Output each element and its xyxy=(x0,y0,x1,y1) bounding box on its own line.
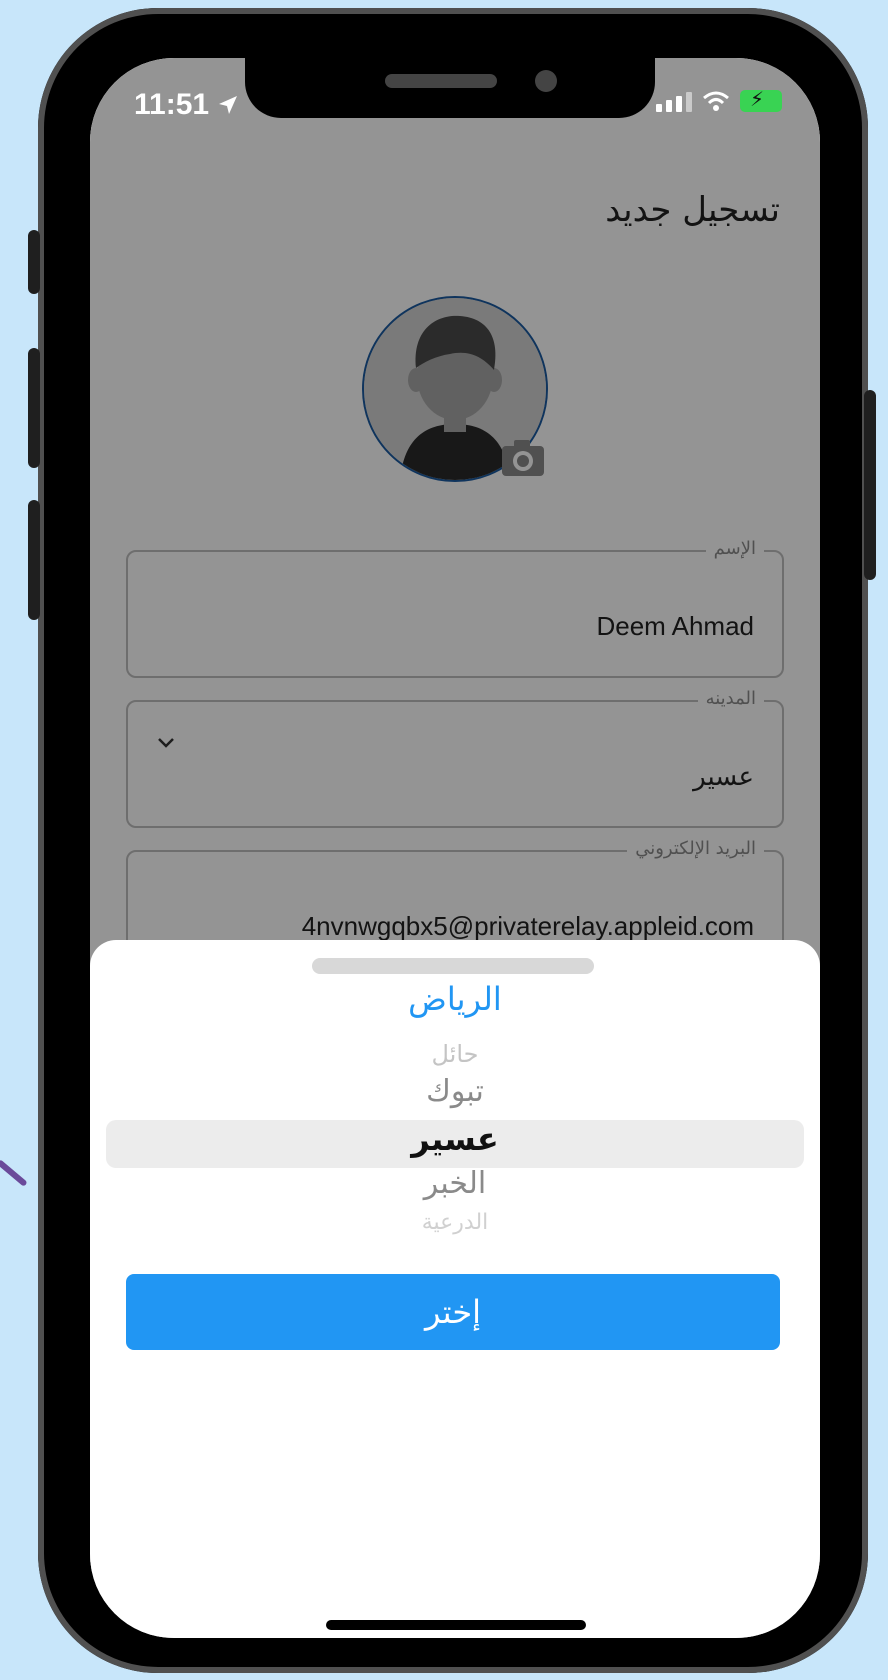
status-time-text: 11:51 xyxy=(134,88,210,121)
picker-header: الرياض xyxy=(408,980,502,1018)
volume-up-button xyxy=(28,348,40,468)
phone-frame: تسجيل جديد الإسم Deem Ahmad المدينه عسير… xyxy=(28,8,876,1673)
picker-option[interactable]: تبوك xyxy=(90,1074,820,1109)
location-arrow-icon xyxy=(219,96,238,114)
home-indicator[interactable] xyxy=(326,1620,586,1630)
status-time: 11:51 xyxy=(134,88,239,122)
select-button[interactable]: إختر xyxy=(126,1274,780,1350)
cellular-signal-icon xyxy=(656,92,692,112)
sheet-grabber[interactable] xyxy=(312,958,594,974)
picker-option-selected[interactable]: عسير xyxy=(90,1120,820,1158)
notch xyxy=(245,58,655,118)
battery-charging-icon xyxy=(740,87,782,112)
picker-option[interactable]: حائل xyxy=(90,1040,820,1068)
speaker-grille xyxy=(385,74,497,88)
volume-down-button xyxy=(28,500,40,620)
front-camera xyxy=(535,70,557,92)
picker-option[interactable]: الدرعية xyxy=(90,1210,820,1235)
decorative-stroke xyxy=(0,1159,28,1187)
wifi-icon xyxy=(703,91,729,111)
mute-switch xyxy=(28,230,40,294)
city-picker-sheet: الرياض حائل تبوك عسير الخبر الدرعية إختر xyxy=(90,940,820,1638)
screen: تسجيل جديد الإسم Deem Ahmad المدينه عسير… xyxy=(90,58,820,1638)
power-button xyxy=(864,390,876,580)
status-icons xyxy=(656,87,782,112)
picker-option[interactable]: الخبر xyxy=(90,1166,820,1201)
